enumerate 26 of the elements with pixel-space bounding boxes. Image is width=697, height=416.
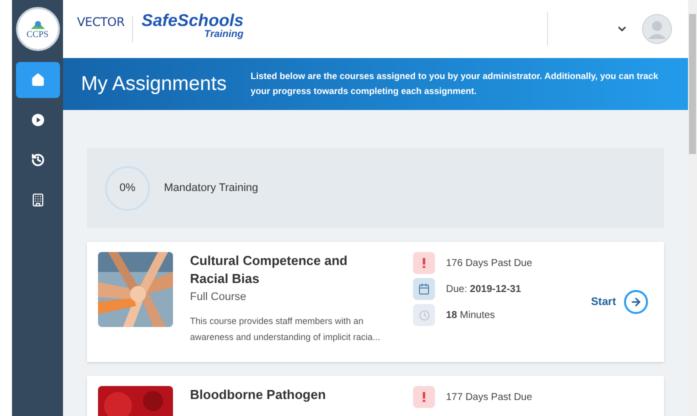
page-title: My Assignments [81,72,227,97]
course-detail: 177 Days Past Due [446,390,532,404]
progress-ring: 0% [105,166,150,210]
calendar-icon [413,278,435,300]
district-logo: CCPS [16,7,60,51]
alert-icon [413,252,435,274]
start-button[interactable]: Start [590,290,648,314]
page-description: Listed below are the courses assigned to you by your administrator. Additionally, you can track your progress towards completing each assignment. [250,70,660,98]
product-subtitle: Training [204,29,244,42]
course-detail: Due: 2019-12-31 [446,282,522,296]
alert-icon [413,386,435,408]
course-description: This course provides staff members with an awareness and understanding of implicit racia... [190,314,382,344]
course-detail: 176 Days Past Due [446,256,532,270]
play-icon [30,113,44,127]
vendor-logo: VECTOR [77,14,124,31]
course-type: Full Course [190,290,248,305]
history-icon [30,153,44,167]
clock-icon [413,304,435,326]
course-title: Bloodborne Pathogen [190,386,327,404]
product-name: SafeSchools [141,12,244,30]
progress-label: Mandatory Training [164,180,258,196]
course-detail: 18 Minutes [446,308,495,322]
arrow-right-icon [630,296,642,308]
course-title: Cultural Competence and Racial Bias [190,252,348,288]
home-icon [30,73,44,87]
building-icon [30,193,44,207]
